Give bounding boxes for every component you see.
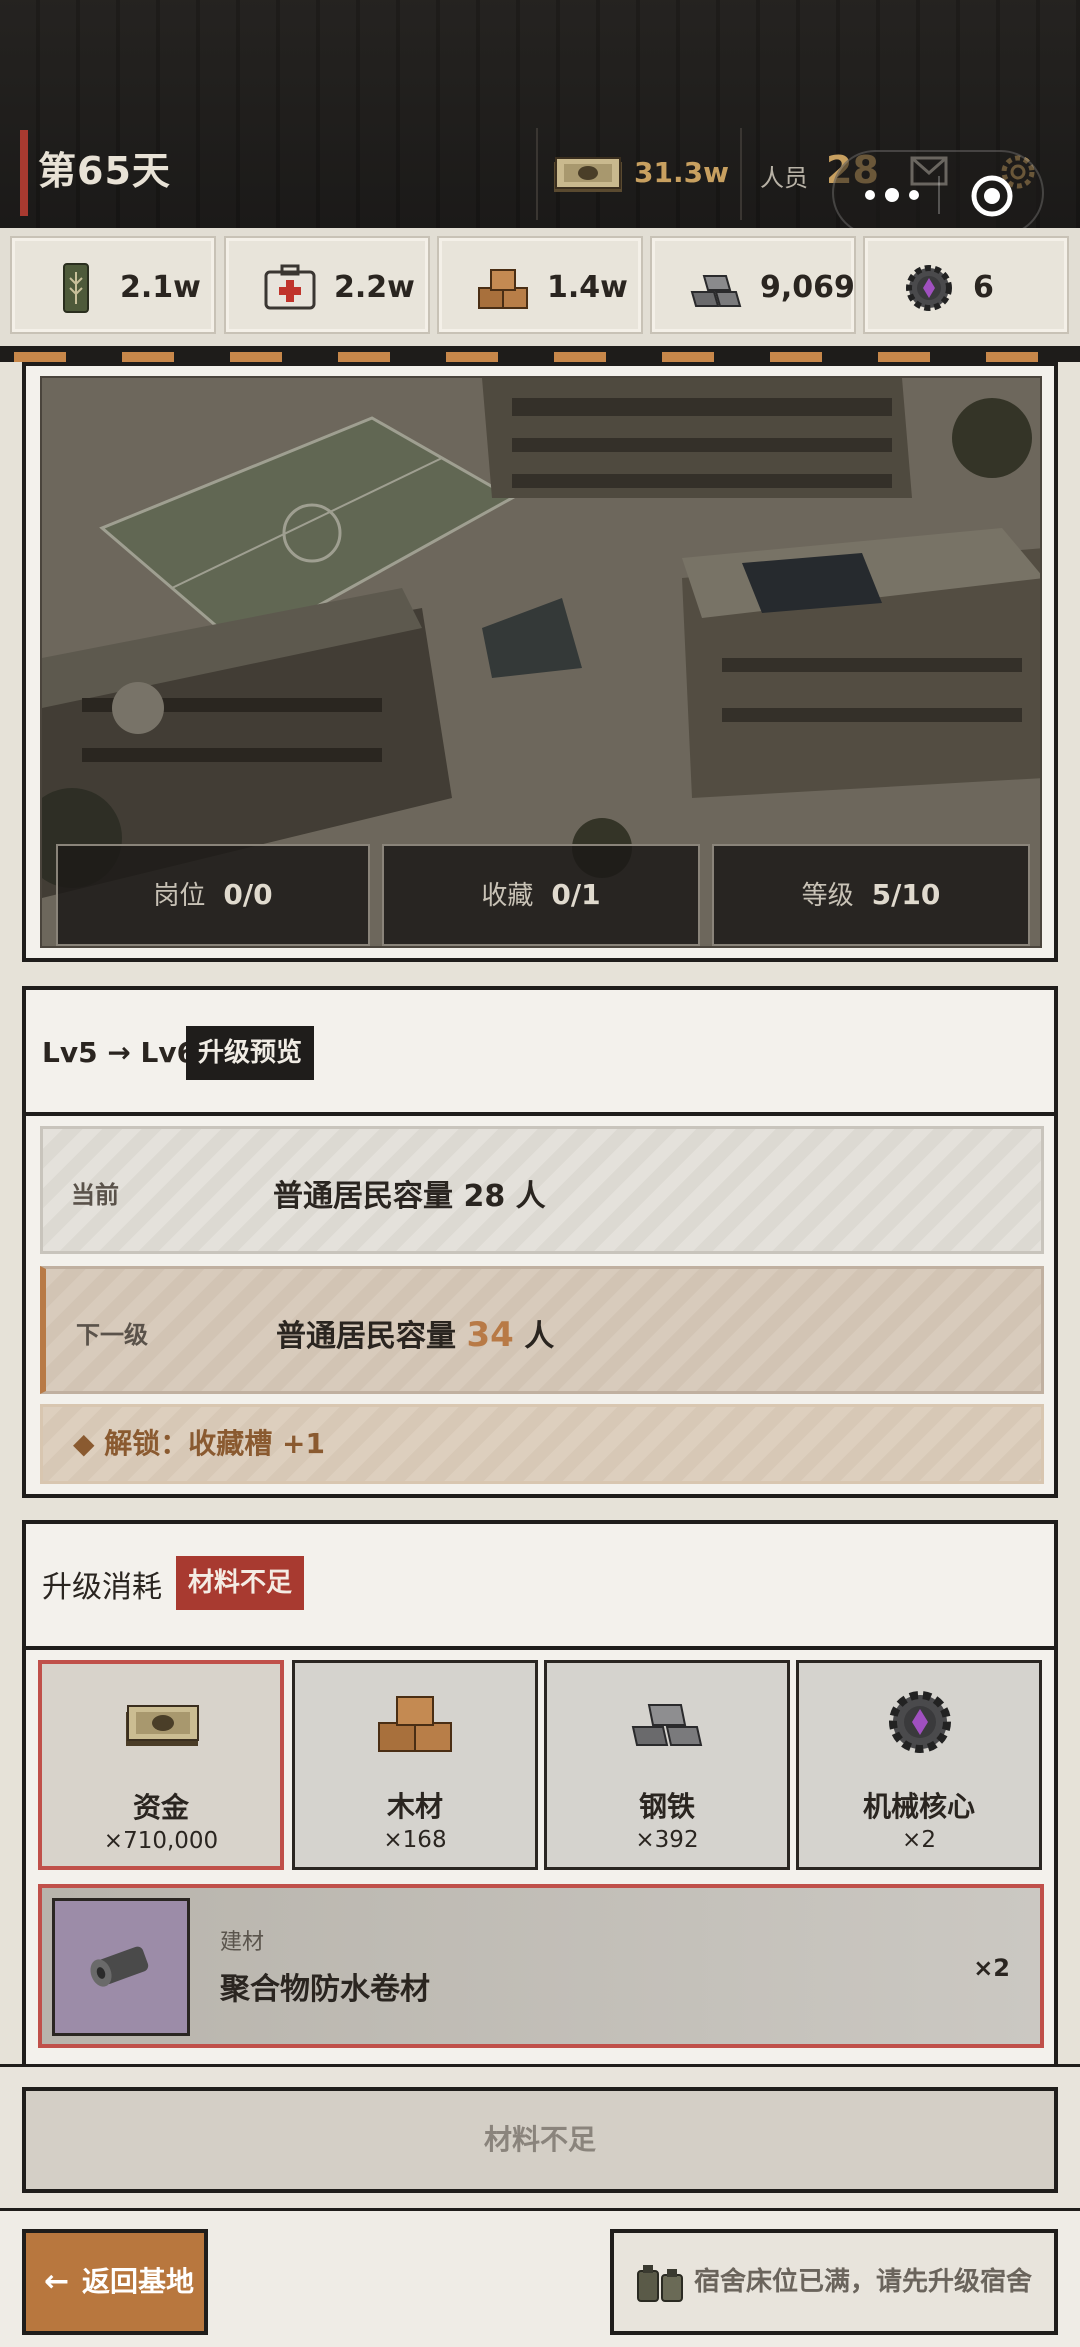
stat-value: 5/10 [871, 878, 941, 911]
item-thumbnail [52, 1898, 190, 2036]
material-cash[interactable]: 资金 ×710,000 [38, 1660, 284, 1870]
material-wood[interactable]: 木材 ×168 [292, 1660, 538, 1870]
stat-collection: 收藏 0/1 [382, 844, 700, 946]
day-marker [20, 130, 28, 216]
current-level-row: 当前 普通居民容量 28 人 [40, 1126, 1044, 1254]
cash-amount: 31.3w [634, 156, 729, 189]
bottom-bar: ← 返回基地 宿舍床位已满，请先升级宿舍 [0, 2208, 1080, 2347]
stat-label: 收藏 [481, 881, 534, 911]
level-transition: Lv5 → Lv6 [42, 1036, 197, 1069]
insufficient-badge: 材料不足 [176, 1556, 305, 1610]
next-level-row: 下一级 普通居民容量 34 人 [40, 1266, 1044, 1394]
food-icon [63, 263, 89, 313]
next-label: 下一级 [76, 1321, 148, 1349]
cash-icon [126, 1705, 199, 1746]
stat-label: 等级 [801, 881, 854, 911]
capsule-separator [938, 176, 940, 214]
effect-text: 普通居民容量 [276, 1319, 456, 1354]
material-steel[interactable]: 钢铁 ×392 [544, 1660, 790, 1870]
divider [536, 128, 538, 220]
arrow-left-icon: ← [44, 2264, 70, 2299]
cash-icon [554, 157, 622, 192]
resource-strip: 2.1w 2.2w 1.4w 9,069 6 [0, 228, 1080, 346]
effect-value-highlight: 34 [466, 1315, 514, 1355]
special-material-row[interactable]: 建材 聚合物防水卷材 ×2 [38, 1884, 1044, 2048]
close-target-icon[interactable] [970, 174, 1014, 218]
material-name: 机械核心 [862, 1790, 975, 1823]
material-qty: ×392 [635, 1827, 699, 1853]
action-bar: 材料不足 [0, 2064, 1080, 2208]
stat-value: 0/0 [223, 878, 273, 911]
effect-unit: 人 [515, 1179, 546, 1214]
preview-badge: 升级预览 [186, 1026, 315, 1080]
resource-value: 6 [973, 270, 994, 305]
effect-value: 28 [463, 1179, 506, 1214]
medkit-icon [264, 264, 316, 310]
divider [26, 1112, 1054, 1116]
current-effect: 普通居民容量 28 人 [273, 1171, 546, 1215]
unlock-row: ◆ 解锁：收藏槽 +1 [40, 1404, 1044, 1484]
steel-icon [690, 275, 742, 307]
resource-value: 2.1w [120, 270, 201, 305]
effect-text: 普通居民容量 [273, 1179, 453, 1214]
bottles-icon [637, 2265, 683, 2302]
membrane-roll-icon [90, 1946, 149, 1987]
top-header: 第65天 31.3w 人员 28 [0, 0, 1080, 236]
current-label: 当前 [71, 1181, 119, 1209]
stat-level: 等级 5/10 [712, 844, 1030, 946]
resource-steel[interactable]: 9,069 [650, 236, 856, 334]
stat-label: 岗位 [153, 881, 206, 911]
back-to-base-button[interactable]: ← 返回基地 [22, 2229, 208, 2335]
effect-unit: 人 [524, 1319, 555, 1354]
next-effect: 普通居民容量 34 人 [276, 1311, 554, 1355]
back-label: 返回基地 [82, 2265, 195, 2298]
resource-value: 1.4w [547, 270, 628, 305]
dorm-full-notice[interactable]: 宿舍床位已满，请先升级宿舍 [610, 2229, 1058, 2335]
divider [740, 128, 742, 220]
stat-positions: 岗位 0/0 [56, 844, 370, 946]
day-counter: 第65天 [38, 149, 171, 193]
wood-icon [478, 269, 528, 309]
more-dots-icon[interactable] [860, 184, 930, 206]
core-icon [906, 265, 952, 311]
notice-text: 宿舍床位已满，请先升级宿舍 [694, 2267, 1033, 2297]
material-qty: ×168 [383, 1827, 447, 1853]
material-name: 钢铁 [638, 1790, 695, 1823]
item-name: 聚合物防水卷材 [220, 1972, 430, 2007]
resource-value: 2.2w [334, 270, 415, 305]
miniprogram-capsule[interactable] [832, 150, 1044, 236]
upgrade-button-disabled[interactable]: 材料不足 [22, 2087, 1058, 2193]
material-qty: ×2 [902, 1827, 936, 1853]
building-image: 岗位 0/0 收藏 0/1 等级 5/10 [40, 376, 1042, 948]
cost-title: 升级消耗 [42, 1570, 162, 1605]
upgrade-cost-panel: 升级消耗 材料不足 资金 ×710,000 木材 ×168 钢铁 ×392 机械… [22, 1520, 1058, 2080]
upgrade-preview-panel: Lv5 → Lv6 升级预览 当前 普通居民容量 28 人 下一级 普通居民容量… [22, 986, 1058, 1498]
item-qty: ×2 [973, 1954, 1010, 1982]
resource-core[interactable]: 6 [863, 236, 1069, 334]
material-qty: ×710,000 [103, 1828, 219, 1854]
building-panel: 岗位 0/0 收藏 0/1 等级 5/10 [22, 362, 1058, 962]
material-name: 木材 [386, 1790, 443, 1823]
divider [26, 1646, 1054, 1650]
stat-value: 0/1 [551, 878, 601, 911]
resource-value: 9,069 [760, 270, 855, 305]
material-core[interactable]: 机械核心 ×2 [796, 1660, 1042, 1870]
resource-wood[interactable]: 1.4w [437, 236, 643, 334]
hazard-stripe [0, 346, 1080, 362]
staff-label: 人员 [760, 164, 808, 192]
material-name: 资金 [132, 1791, 189, 1824]
resource-medicine[interactable]: 2.2w [224, 236, 430, 334]
steel-icon [631, 1704, 703, 1746]
resource-food[interactable]: 2.1w [10, 236, 216, 334]
core-icon [889, 1691, 951, 1753]
item-category: 建材 [220, 1930, 265, 1955]
wood-icon [378, 1696, 452, 1752]
